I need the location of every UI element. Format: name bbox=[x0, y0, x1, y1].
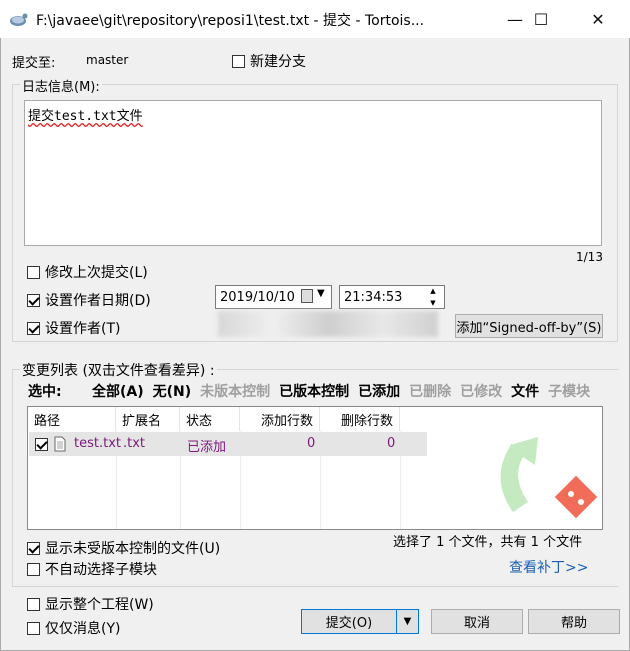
commit-message-text: 提交test.txt文件 bbox=[28, 109, 143, 124]
close-button[interactable]: ✕ bbox=[575, 0, 621, 38]
row-checkbox[interactable] bbox=[35, 438, 48, 451]
no-autoselect-check[interactable] bbox=[27, 562, 40, 576]
col-added-lines[interactable]: 添加行数 bbox=[240, 407, 320, 431]
table-row[interactable]: test.txt .txt 已添加 0 0 bbox=[29, 432, 427, 456]
window-title: F:\javaee\git\repository\reposi1\test.tx… bbox=[36, 13, 425, 29]
file-icon bbox=[54, 436, 66, 452]
filter-files[interactable]: 文件 bbox=[511, 381, 539, 401]
set-date-checkbox[interactable]: 设置作者日期(D) bbox=[27, 290, 151, 310]
show-unversioned-label: 显示未受版本控制的文件(U) bbox=[45, 541, 221, 557]
tortoisegit-icon bbox=[10, 13, 28, 26]
filter-all[interactable]: 全部(A) bbox=[92, 381, 144, 401]
whole-project-checkbox[interactable]: 显示整个工程(W) bbox=[27, 594, 154, 614]
message-only-check[interactable] bbox=[27, 621, 40, 635]
signed-off-label: 添加“Signed-off-by”(S) bbox=[456, 320, 602, 336]
branch-name: master bbox=[86, 53, 129, 67]
date-picker[interactable]: 2019/10/10 ▼ bbox=[215, 285, 332, 309]
spin-up-icon[interactable]: ▲ bbox=[430, 287, 435, 295]
changes-group-label: 变更列表 (双击文件查看差异) : bbox=[20, 360, 217, 380]
title-bar: F:\javaee\git\repository\reposi1\test.tx… bbox=[0, 0, 630, 38]
git-watermark-icon bbox=[500, 437, 598, 519]
filter-bar: 全部(A) 无(N) 未版本控制 已版本控制 已添加 已删除 已修改 文件 子模… bbox=[92, 381, 590, 401]
filter-deleted[interactable]: 已删除 bbox=[409, 381, 451, 401]
filter-submodules[interactable]: 子模块 bbox=[548, 381, 590, 401]
maximize-button[interactable]: ☐ bbox=[518, 0, 564, 38]
commit-button[interactable]: 提交(O) bbox=[301, 609, 397, 634]
row-deleted: 0 bbox=[387, 436, 396, 451]
amend-check[interactable] bbox=[27, 265, 40, 279]
chevron-down-icon: ▼ bbox=[403, 616, 412, 627]
view-patch-link[interactable]: 查看补丁>> bbox=[509, 557, 588, 577]
set-date-label: 设置作者日期(D) bbox=[45, 293, 151, 309]
chevron-down-icon: ▼ bbox=[317, 288, 325, 299]
time-picker[interactable]: 21:34:53 ▲ ▼ bbox=[339, 285, 445, 309]
time-value: 21:34:53 bbox=[344, 289, 403, 305]
show-unversioned-checkbox[interactable]: 显示未受版本控制的文件(U) bbox=[27, 538, 220, 558]
new-branch-label: 新建分支 bbox=[250, 54, 306, 70]
row-path: test.txt bbox=[74, 436, 121, 451]
col-path[interactable]: 路径 bbox=[28, 407, 116, 431]
commit-to-label: 提交至: bbox=[12, 56, 56, 71]
cancel-button[interactable]: 取消 bbox=[431, 609, 523, 634]
commit-dropdown-button[interactable]: ▼ bbox=[396, 609, 419, 634]
changes-list[interactable]: 路径 扩展名 状态 添加行数 删除行数 test.txt .txt 已添加 0 … bbox=[27, 406, 603, 530]
no-autoselect-label: 不自动选择子模块 bbox=[45, 562, 157, 578]
close-icon: ✕ bbox=[591, 9, 605, 29]
show-unversioned-check[interactable] bbox=[27, 541, 40, 555]
filter-added[interactable]: 已添加 bbox=[358, 381, 400, 401]
whole-project-check[interactable] bbox=[27, 597, 40, 611]
author-field-redacted[interactable] bbox=[218, 311, 438, 337]
new-branch-check[interactable] bbox=[232, 54, 245, 68]
new-branch-checkbox[interactable]: 新建分支 bbox=[232, 51, 306, 71]
date-value: 2019/10/10 bbox=[220, 289, 295, 305]
help-button[interactable]: 帮助 bbox=[528, 609, 620, 634]
message-group-label: 日志信息(M): bbox=[20, 76, 102, 95]
selection-summary: 选择了 1 个文件，共有 1 个文件 bbox=[393, 535, 583, 550]
col-extension[interactable]: 扩展名 bbox=[116, 407, 180, 431]
row-added: 0 bbox=[307, 436, 316, 451]
message-only-checkbox[interactable]: 仅仅消息(Y) bbox=[27, 618, 120, 638]
col-deleted-lines[interactable]: 删除行数 bbox=[320, 407, 400, 431]
amend-checkbox[interactable]: 修改上次提交(L) bbox=[27, 262, 148, 282]
message-counter: 1/13 bbox=[576, 250, 603, 264]
whole-project-label: 显示整个工程(W) bbox=[45, 597, 154, 613]
cancel-label: 取消 bbox=[463, 616, 490, 631]
filter-modified[interactable]: 已修改 bbox=[460, 381, 502, 401]
message-only-label: 仅仅消息(Y) bbox=[45, 621, 121, 637]
filter-unversioned[interactable]: 未版本控制 bbox=[200, 381, 270, 401]
set-date-check[interactable] bbox=[27, 293, 40, 307]
set-author-label: 设置作者(T) bbox=[45, 321, 121, 337]
filter-versioned[interactable]: 已版本控制 bbox=[279, 381, 349, 401]
commit-label: 提交(O) bbox=[325, 616, 373, 631]
set-author-check[interactable] bbox=[27, 321, 40, 335]
help-label: 帮助 bbox=[560, 616, 587, 631]
row-extension: .txt bbox=[123, 436, 146, 451]
set-author-checkbox[interactable]: 设置作者(T) bbox=[27, 318, 120, 338]
row-status: 已添加 bbox=[187, 440, 227, 455]
select-label: 选中: bbox=[28, 384, 62, 400]
signed-off-button[interactable]: 添加“Signed-off-by”(S) bbox=[455, 314, 603, 338]
no-autoselect-checkbox[interactable]: 不自动选择子模块 bbox=[27, 559, 157, 579]
time-spinner[interactable]: ▲ ▼ bbox=[424, 287, 442, 307]
commit-message-input[interactable]: 提交test.txt文件 bbox=[24, 100, 602, 246]
col-status[interactable]: 状态 bbox=[180, 407, 240, 431]
maximize-icon: ☐ bbox=[533, 9, 549, 29]
filter-none[interactable]: 无(N) bbox=[153, 381, 192, 401]
amend-label: 修改上次提交(L) bbox=[45, 265, 148, 281]
calendar-icon bbox=[301, 289, 313, 303]
spin-down-icon[interactable]: ▼ bbox=[430, 299, 435, 307]
